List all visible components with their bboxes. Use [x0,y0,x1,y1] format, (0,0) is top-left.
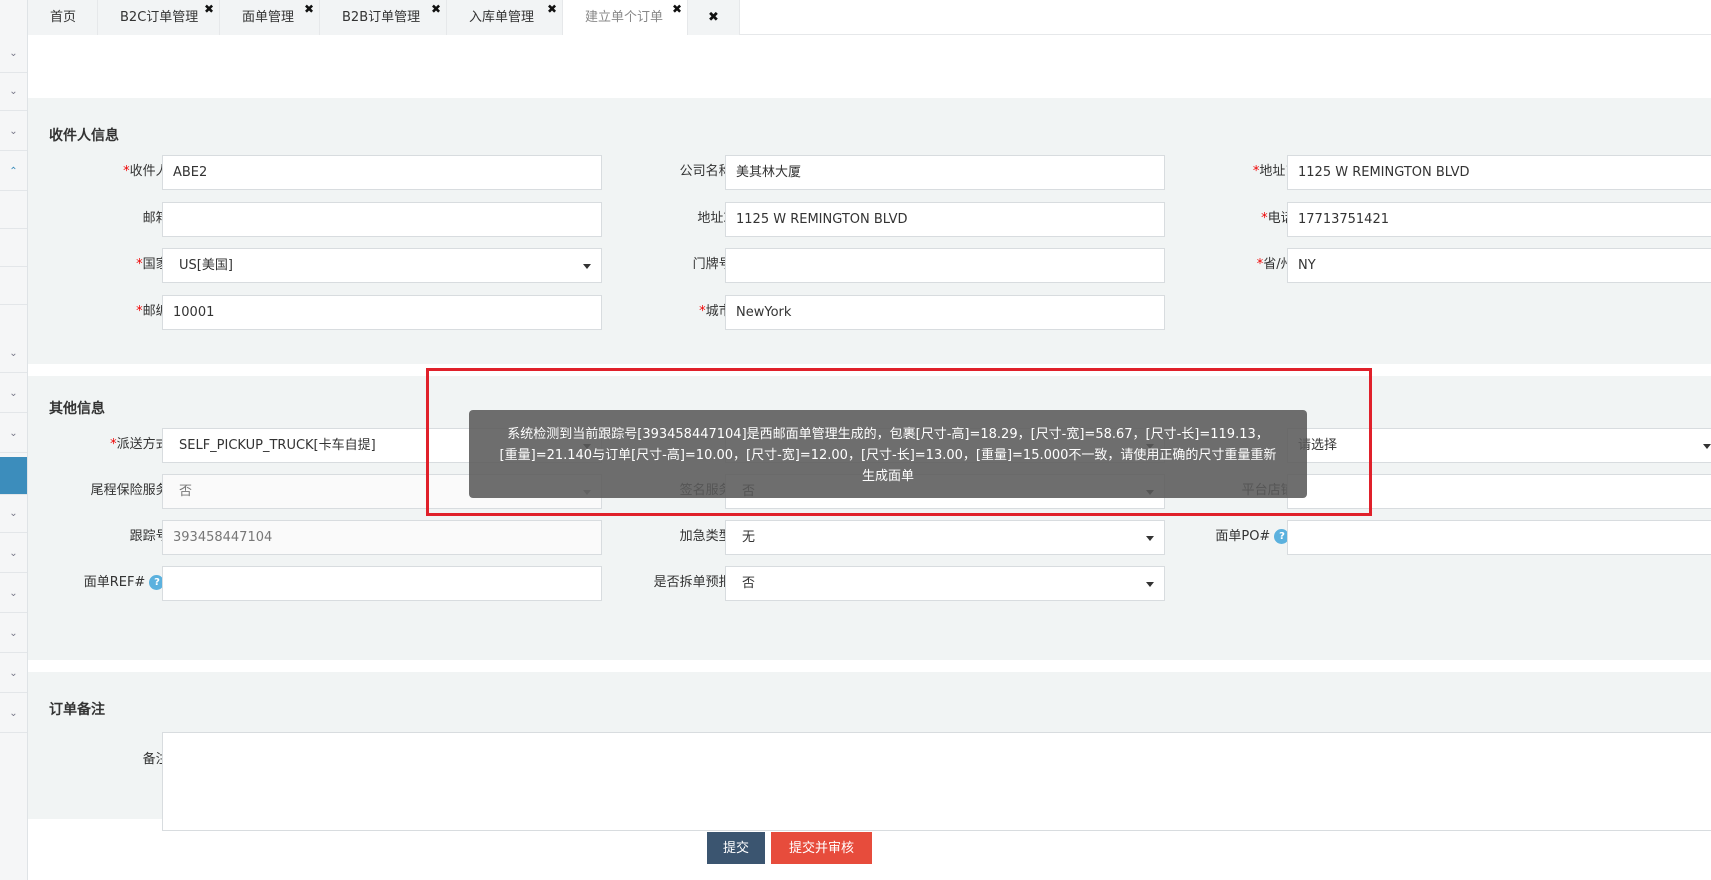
company-label: 公司名称: [679,164,736,179]
section-title: 订单备注 [49,702,105,718]
sidebar-toggle-10[interactable]: ⌄ [0,575,27,613]
remark-textarea[interactable] [162,732,1711,831]
address1-label: *地址1: [1252,164,1298,179]
tab-bar: 首页 B2C订单管理 ✖ 面单管理 ✖ B2B订单管理 ✖ 入库单管理 ✖ 建立单个订单… [28,0,1711,35]
urgent-select[interactable]: 无 [725,520,1165,555]
toast-line-2: [重量]=21.140与订单[尺寸-高]=10.00，[尺寸-宽]=12.00，… [499,448,1277,463]
submit-button[interactable]: 提交 [707,832,765,864]
section-title: 收件人信息 [49,128,119,144]
sidebar-toggle-2[interactable]: ⌄ [0,73,27,111]
sidebar-toggle-5[interactable]: ⌄ [0,335,27,373]
sidebar-toggle-8[interactable]: ⌄ [0,495,27,533]
sidebar-subitem-1[interactable] [0,191,27,229]
ref-label: 面单REF# ? : [53,566,173,600]
insurance-label: 尾程保险服务: [90,483,173,498]
close-icon[interactable]: ✖ [204,2,214,16]
chevron-down-icon: ⌄ [9,388,18,399]
sidebar-toggle-7[interactable]: ⌄ [0,415,27,453]
ref-input[interactable] [162,566,602,601]
caret-down-icon [1146,582,1154,587]
sidebar-subitem-3[interactable] [0,267,27,305]
sidebar-toggle-6[interactable]: ⌄ [0,375,27,413]
sidebar-toggle-12[interactable]: ⌄ [0,655,27,693]
tracking-input[interactable]: 393458447104 [162,520,602,555]
receiver-label: *收件人: [123,164,173,179]
close-icon[interactable]: ✖ [547,2,557,16]
chevron-down-icon: ⌄ [9,508,18,519]
tab-b2b-orders[interactable]: B2B订单管理 ✖ [320,0,447,35]
chevron-down-icon: ⌄ [9,86,18,97]
chevron-up-icon: ⌃ [9,166,18,177]
toast-line-3: 生成面单 [861,469,914,484]
sidebar-toggle-1[interactable]: ⌄ [0,35,27,73]
notes-section: 订单备注 备注: [28,672,1711,831]
country-label: *国家: [136,257,173,272]
address1-input[interactable]: 1125 W REMINGTON BLVD [1287,155,1711,190]
sidebar: ⌄ ⌄ ⌄ ⌃ ⌄ ⌄ ⌄ ⌄ ⌄ ⌄ ⌄ ⌄ ⌄ [0,0,28,880]
address2-input[interactable]: 1125 W REMINGTON BLVD [725,202,1165,237]
toast-line-1: 系统检测到当前跟踪号[393458447104]是西邮面单管理生成的，包裹[尺寸… [507,427,1269,442]
state-label: *省/州: [1256,257,1298,272]
submit-and-audit-button[interactable]: 提交并审核 [771,832,872,864]
tab-create-order[interactable]: 建立单个订单 ✖ [563,0,688,35]
sidebar-toggle-13[interactable]: ⌄ [0,695,27,733]
tab-inbound[interactable]: 入库单管理 ✖ [447,0,563,35]
phone-input[interactable]: 17713751421 [1287,202,1711,237]
po-input[interactable] [1287,520,1711,555]
email-input[interactable] [162,202,602,237]
company-input[interactable]: 美其林大厦 [725,155,1165,190]
remark-label: 备注: [142,752,173,767]
tab-label-management[interactable]: 面单管理 ✖ [220,0,320,35]
chevron-down-icon: ⌄ [9,628,18,639]
receiver-input[interactable]: ABE2 [162,155,602,190]
chevron-down-icon: ⌄ [9,548,18,559]
close-icon[interactable]: ✖ [304,2,314,16]
close-icon[interactable]: ✖ [431,2,441,16]
sidebar-subitem-2[interactable] [0,229,27,267]
caret-down-icon [1146,536,1154,541]
chevron-down-icon: ⌄ [9,126,18,137]
country-select[interactable]: US[美国] [162,248,602,283]
zip-input[interactable]: 10001 [162,295,602,330]
split-label: 是否拆单预报: [653,575,736,590]
chevron-down-icon: ⌄ [9,428,18,439]
city-label: *城市: [699,304,736,319]
sidebar-toggle-3[interactable]: ⌄ [0,113,27,151]
city-input[interactable]: NewYork [725,295,1165,330]
close-all-icon: ✖ [708,10,719,25]
sidebar-toggle-11[interactable]: ⌄ [0,615,27,653]
caret-down-icon [583,264,591,269]
tab-b2c-orders[interactable]: B2C订单管理 ✖ [98,0,220,35]
chevron-down-icon: ⌄ [9,48,18,59]
house-no-label: 门牌号: [692,257,736,272]
house-no-input[interactable] [725,248,1165,283]
urgent-label: 加急类型: [679,529,736,544]
sidebar-toggle-4[interactable]: ⌃ [0,153,27,191]
close-icon[interactable]: ✖ [672,2,682,16]
caret-down-icon [1703,444,1711,449]
chevron-down-icon: ⌄ [9,708,18,719]
zip-label: *邮编: [136,304,173,319]
tracking-label: 跟踪号: [129,529,173,544]
close-all-tabs-button[interactable]: ✖ [688,0,740,35]
split-select[interactable]: 否 [725,566,1165,601]
email-label: 邮箱: [142,211,173,226]
warning-toast: 系统检测到当前跟踪号[393458447104]是西邮面单管理生成的，包裹[尺寸… [469,410,1307,498]
tab-home[interactable]: 首页 [28,0,98,35]
phone-label: *电话: [1261,211,1298,226]
delivery-label: *派送方式: [110,437,173,452]
section-title: 其他信息 [49,401,105,417]
chevron-down-icon: ⌄ [9,668,18,679]
recipient-section: 收件人信息 *收件人: ABE2 公司名称: 美其林大厦 *地址1: 1125 … [28,98,1711,364]
state-input[interactable]: NY [1287,248,1711,283]
chevron-down-icon: ⌄ [9,588,18,599]
po-label: 面单PO# ? : [1178,520,1298,554]
sidebar-toggle-9[interactable]: ⌄ [0,535,27,573]
chevron-down-icon: ⌄ [9,348,18,359]
address2-label: 地址2: [697,211,736,226]
sidebar-item-active[interactable] [0,457,27,495]
